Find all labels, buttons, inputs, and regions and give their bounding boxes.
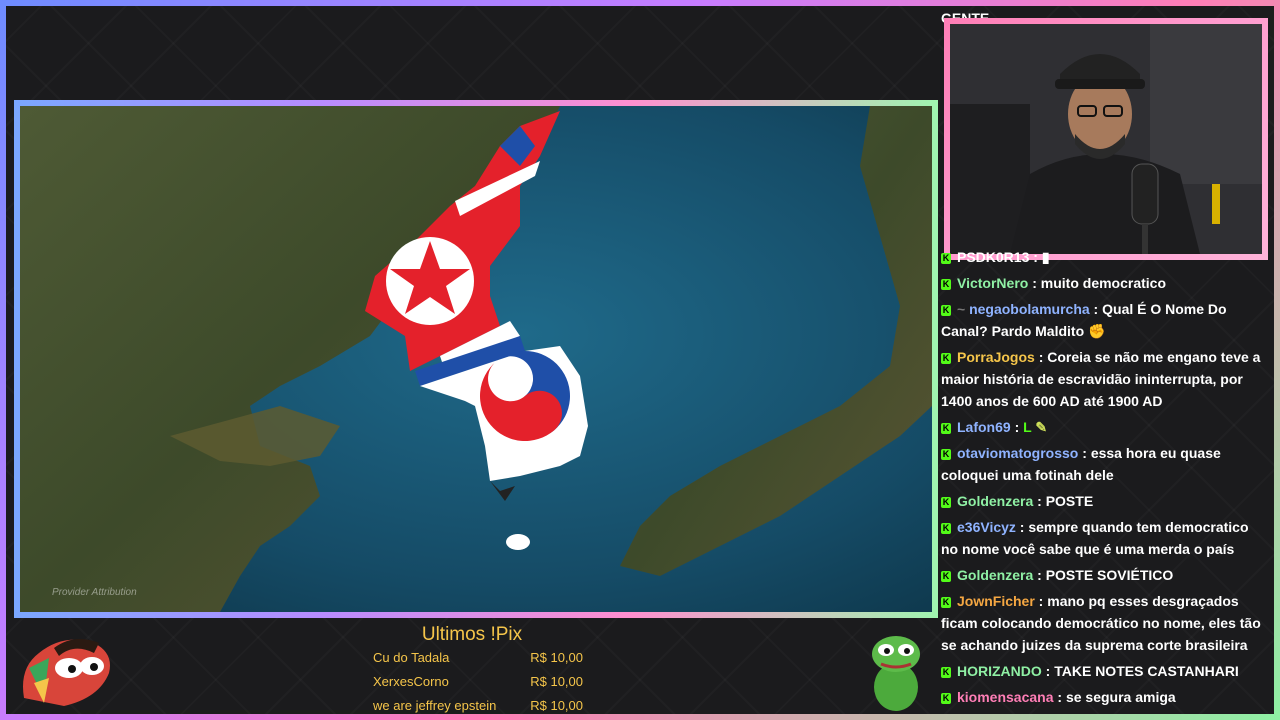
kick-icon: K — [941, 692, 951, 704]
chat-text: muito democratico — [1040, 275, 1167, 291]
pix-title: Ultimos !Pix — [421, 624, 523, 645]
chat-text: TAKE NOTES CASTANHARI — [1054, 663, 1239, 679]
kick-icon: K — [941, 522, 951, 534]
kick-icon: K — [941, 278, 951, 290]
chat-message: K JownFicher : mano pq esses desgraçados … — [941, 593, 1261, 653]
pix-donor: XerxesCorno — [373, 674, 449, 689]
mascot-left — [14, 628, 114, 708]
kick-icon: K — [941, 304, 951, 316]
emote-icon: ▮ — [1041, 249, 1050, 265]
jeju-island — [506, 534, 530, 550]
korea-map — [20, 106, 932, 612]
chat-username[interactable]: kiomensacana — [957, 689, 1054, 705]
chat-username[interactable]: VictorNero — [957, 275, 1028, 291]
kick-icon: K — [941, 666, 951, 678]
kick-icon: K — [941, 422, 951, 434]
map-video-frame: Provider Attribution — [14, 100, 938, 618]
chat-text: se segura amiga — [1065, 689, 1176, 705]
chat-message: K Goldenzera : POSTE — [941, 493, 1094, 509]
chat-username[interactable]: PorraJogos — [957, 349, 1035, 365]
chat-message: K PorraJogos : Coreia se não me engano te… — [941, 349, 1261, 409]
kick-icon: K — [941, 252, 951, 264]
chat-message: K ~ negaobolamurcha : Qual É O Nome Do Ca… — [941, 301, 1227, 339]
kick-icon: K — [941, 352, 951, 364]
chat-username[interactable]: e36Vicyz — [957, 519, 1016, 535]
pepe-frog-icon — [866, 632, 926, 712]
chat-message: K Goldenzera : POSTE SOVIÉTICO — [941, 567, 1174, 583]
pix-amount: R$ 10,00 — [530, 674, 583, 689]
chat-username[interactable]: Lafon69 — [957, 419, 1011, 435]
badge-icon: ~ — [957, 301, 970, 317]
chat-username[interactable]: JownFicher — [957, 593, 1035, 609]
chat-username[interactable]: Goldenzera — [957, 493, 1033, 509]
chat-username[interactable]: PSDK0R13 — [957, 249, 1029, 265]
pix-row: Cu do Tadala R$ 10,00 — [373, 646, 583, 670]
kick-icon: K — [941, 596, 951, 608]
chat-username[interactable]: otaviomatogrosso — [957, 445, 1078, 461]
pix-list: Cu do Tadala R$ 10,00 XerxesCorno R$ 10,… — [373, 646, 583, 718]
pix-amount: R$ 10,00 — [530, 650, 583, 665]
map-attribution: Provider Attribution — [52, 587, 137, 598]
pix-donor: we are jeffrey epstein — [373, 698, 497, 713]
pix-row: XerxesCorno R$ 10,00 — [373, 670, 583, 694]
emote-icon: ✊ — [1084, 323, 1106, 339]
chat-message: K PSDK0R13 : ▮ — [941, 249, 1050, 265]
chat-message: Kotaviomatogrosso : essa hora eu quase c… — [941, 445, 1221, 483]
chat-message: K Lafon69 : L ✎ — [941, 419, 1048, 435]
chat-message: K HORIZANDO : TAKE NOTES CASTANHARI — [941, 663, 1239, 679]
chat-username[interactable]: negaobolamurcha — [969, 301, 1090, 317]
map-video[interactable]: Provider Attribution — [20, 106, 932, 612]
pix-donor: Cu do Tadala — [373, 650, 450, 665]
kick-icon: K — [941, 448, 951, 460]
chat-panel: K PSDK0R13 : ▮ K VictorNero : muito democr… — [941, 246, 1266, 716]
webcam-frame — [944, 18, 1268, 260]
pix-row: we are jeffrey epstein R$ 10,00 — [373, 694, 583, 718]
kick-icon: K — [941, 570, 951, 582]
chat-username[interactable]: HORIZANDO — [957, 663, 1042, 679]
chat-text: POSTE — [1045, 493, 1094, 509]
chat-message: Ke36Vicyz : sempre quando tem democratic… — [941, 519, 1249, 557]
chat-text: POSTE SOVIÉTICO — [1045, 567, 1174, 583]
chat-message: K VictorNero : muito democratico — [941, 275, 1167, 291]
kick-icon: K — [941, 496, 951, 508]
pix-amount: R$ 10,00 — [530, 698, 583, 713]
emote-icon: ✎ — [1031, 419, 1048, 435]
webcam-feed — [950, 24, 1262, 254]
chat-username[interactable]: Goldenzera — [957, 567, 1033, 583]
chat-message: Kkiomensacana : se segura amiga — [941, 689, 1176, 705]
